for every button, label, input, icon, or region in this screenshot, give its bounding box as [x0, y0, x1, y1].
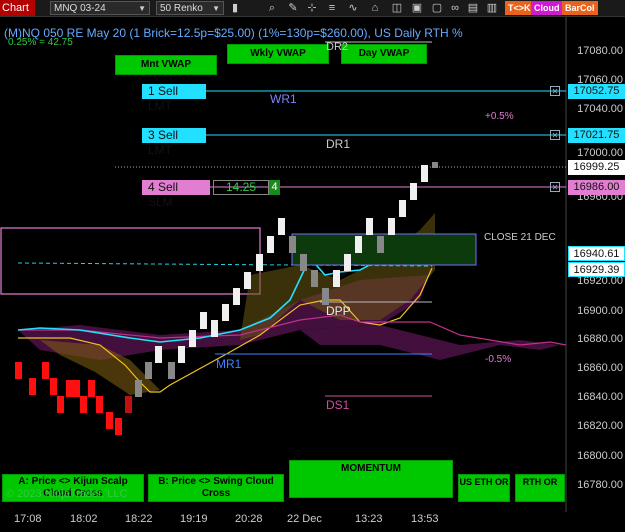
- price-tick: 16800.00: [577, 450, 623, 462]
- day-vwap-button[interactable]: Day VWAP: [341, 44, 427, 64]
- order-4-price-tag: 16986.00: [568, 180, 625, 195]
- vwap-price-tag: 16929.39: [568, 262, 625, 277]
- swing-cloud-tail: [300, 325, 560, 360]
- dr1-label: DR1: [326, 137, 351, 151]
- barcol-toggle-button[interactable]: BarCol: [562, 1, 598, 15]
- price-tick: 16780.00: [577, 479, 623, 491]
- strategy-icon[interactable]: ⌂: [368, 1, 382, 15]
- last-price-tag: 16999.25: [568, 160, 625, 175]
- order-quantity-box[interactable]: 4: [269, 180, 280, 195]
- plus-half-percent-label: +0.5%: [485, 111, 514, 122]
- link-icon[interactable]: ∞: [448, 1, 462, 15]
- template-icon[interactable]: ▤: [466, 1, 480, 15]
- rth-or-button[interactable]: RTH OR: [515, 474, 565, 502]
- time-tick: 13:23: [355, 513, 383, 525]
- mr1-label: MR1: [216, 357, 242, 371]
- sell-stop-order-4-label[interactable]: 4 Sell SLM: [142, 180, 210, 209]
- sell-limit-order-3-label[interactable]: 3 Sell LMT: [142, 128, 206, 157]
- price-tick: 16860.00: [577, 362, 623, 374]
- time-tick: 20:28: [235, 513, 263, 525]
- tenkan-price-tag: 16940.61: [568, 246, 625, 261]
- zoom-icon[interactable]: ⌕: [265, 1, 279, 15]
- time-tick: 18:22: [125, 513, 153, 525]
- tk-toggle-button[interactable]: T<>K: [505, 1, 534, 15]
- price-tick: 17080.00: [577, 45, 623, 57]
- ds1-label: DS1: [326, 398, 350, 412]
- chevron-down-icon: ▼: [212, 4, 220, 13]
- time-tick: 17:08: [14, 513, 42, 525]
- us-eth-or-button[interactable]: US ETH OR: [458, 474, 510, 502]
- instrument-selector-value: MNQ 03-24: [54, 3, 106, 14]
- instrument-selector[interactable]: MNQ 03-24 ▼: [50, 1, 150, 15]
- mnt-vwap-button[interactable]: Mnt VWAP: [115, 55, 217, 75]
- properties-icon[interactable]: ≡: [325, 1, 339, 15]
- range-box: [0, 227, 261, 295]
- sell-limit-order-1-label[interactable]: 1 Sell LMT: [142, 84, 206, 113]
- price-tick: 17000.00: [577, 147, 623, 159]
- chart-toolbar: Chart MNQ 03-24 ▼ 50 Renko ▼ ▮ ⌕ ✎ ⊹ ≡ ∿…: [0, 0, 625, 17]
- cancel-order-3-icon[interactable]: ✕: [550, 130, 560, 140]
- copyright-text: © 2023 NinjaTrader, LLC: [6, 488, 128, 500]
- minus-half-percent-label: -0.5%: [485, 354, 512, 365]
- momentum-button[interactable]: MOMENTUM: [289, 460, 453, 498]
- cancel-order-4-icon[interactable]: ✕: [550, 182, 560, 192]
- chart-subtitle: 0.25% = 42.75: [8, 37, 73, 48]
- dr2-label: DR2: [326, 41, 349, 53]
- order-offset-box[interactable]: 14.25: [213, 180, 269, 195]
- time-tick: 22 Dec: [287, 513, 322, 525]
- order-3-price-tag: 17021.75: [568, 128, 625, 143]
- price-tick: 16840.00: [577, 391, 623, 403]
- price-tick: 16820.00: [577, 420, 623, 432]
- chevron-down-icon: ▼: [138, 4, 146, 13]
- cancel-order-1-icon[interactable]: ✕: [550, 86, 560, 96]
- indicators-icon[interactable]: ∿: [346, 1, 360, 15]
- screenshot-icon[interactable]: ▢: [430, 1, 444, 15]
- price-tick: 16880.00: [577, 333, 623, 345]
- bar-type-selector-value: 50 Renko: [160, 3, 203, 14]
- draw-pencil-icon[interactable]: ✎: [286, 1, 300, 15]
- wkly-vwap-button[interactable]: Wkly VWAP: [227, 44, 329, 64]
- time-tick: 13:53: [411, 513, 439, 525]
- price-tick: 17040.00: [577, 103, 623, 115]
- bar-type-selector[interactable]: 50 Renko ▼: [156, 1, 224, 15]
- time-tick: 18:02: [70, 513, 98, 525]
- order-1-price-tag: 17052.75: [568, 84, 625, 99]
- price-tick: 16900.00: [577, 305, 623, 317]
- dpp-label: DPP: [326, 304, 351, 318]
- save-icon[interactable]: ▣: [410, 1, 424, 15]
- layout-icon[interactable]: ▥: [485, 1, 499, 15]
- cloud-toggle-button[interactable]: Cloud: [531, 1, 563, 15]
- swing-cloud-cross-button[interactable]: B: Price <> Swing Cloud Cross: [148, 474, 284, 502]
- close-21-dec-label: CLOSE 21 DEC: [484, 232, 556, 243]
- wr1-label: WR1: [270, 92, 297, 106]
- bar-chart-icon[interactable]: ▮: [228, 1, 242, 15]
- data-box-icon[interactable]: ◫: [390, 1, 404, 15]
- price-chart-canvas[interactable]: [0, 17, 625, 512]
- crosshair-icon[interactable]: ⊹: [305, 1, 319, 15]
- chart-menu-button[interactable]: Chart: [0, 0, 35, 16]
- time-tick: 19:19: [180, 513, 208, 525]
